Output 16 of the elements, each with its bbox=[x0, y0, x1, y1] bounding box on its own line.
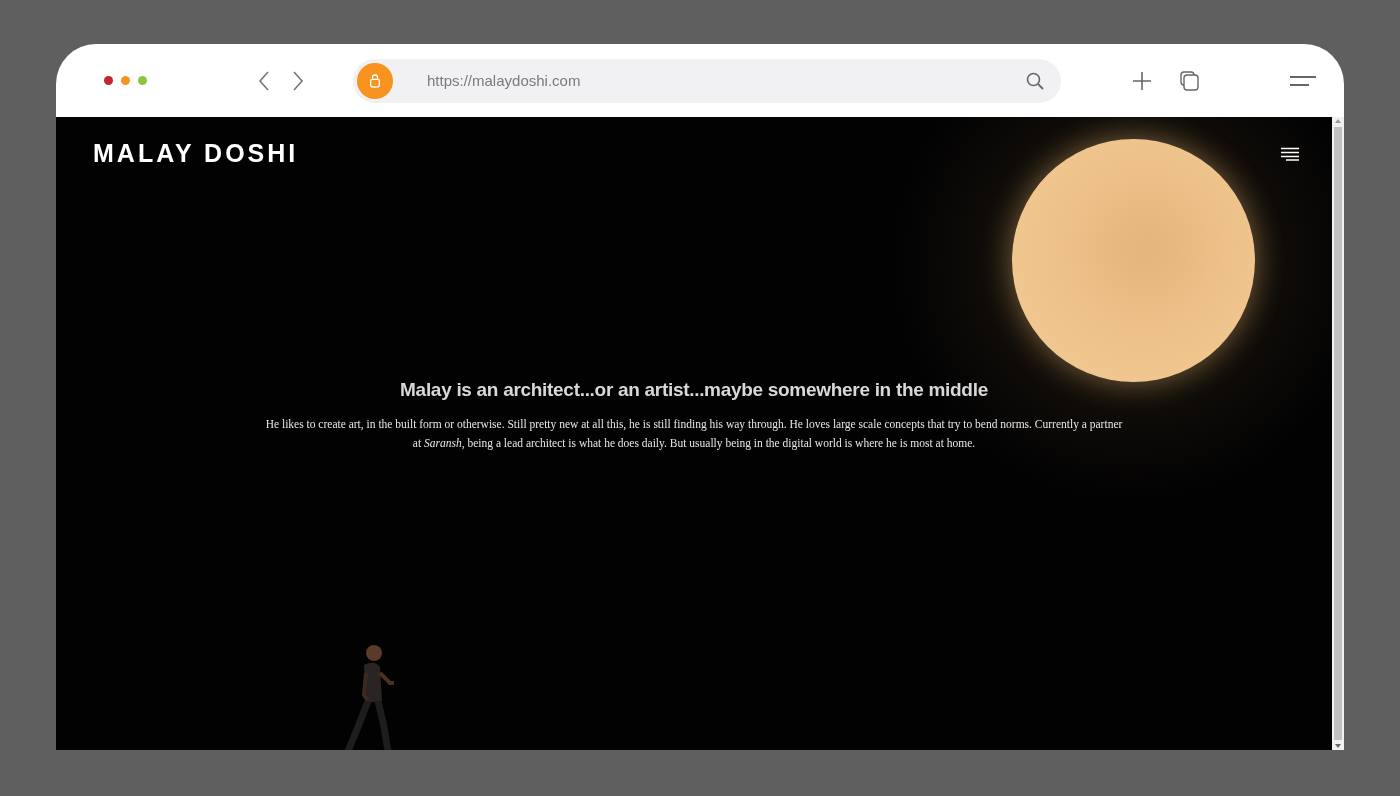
new-tab-icon[interactable] bbox=[1131, 69, 1153, 92]
close-window-dot[interactable] bbox=[104, 76, 113, 85]
site-logo[interactable]: MALAY DOSHI bbox=[93, 139, 299, 168]
address-bar[interactable]: https://malaydoshi.com bbox=[353, 58, 1061, 103]
lock-icon bbox=[357, 62, 393, 99]
url-text: https://malaydoshi.com bbox=[427, 72, 582, 89]
scrollbar[interactable] bbox=[1332, 117, 1344, 750]
headline: Malay is an architect...or an artist...maybe somewhere in the middle bbox=[400, 379, 988, 401]
minimize-window-dot[interactable] bbox=[121, 76, 130, 85]
menu-icon[interactable] bbox=[1280, 147, 1300, 161]
maximize-window-dot[interactable] bbox=[138, 76, 147, 85]
tabs-icon[interactable] bbox=[1179, 69, 1201, 92]
intro-paragraph: He likes to create art, in the built form or otherwise. Still pretty new at all this, he is still finding his way through. He loves large scale concepts that try to bend norms. Currently a partner at Saransh, being a lead architect is what he does daily. But usually being in the digital world is where he is most at home. bbox=[264, 417, 1124, 452]
search-icon[interactable] bbox=[1025, 70, 1045, 91]
scroll-down-arrow-icon[interactable] bbox=[1334, 742, 1342, 750]
scroll-up-arrow-icon[interactable] bbox=[1334, 117, 1342, 125]
